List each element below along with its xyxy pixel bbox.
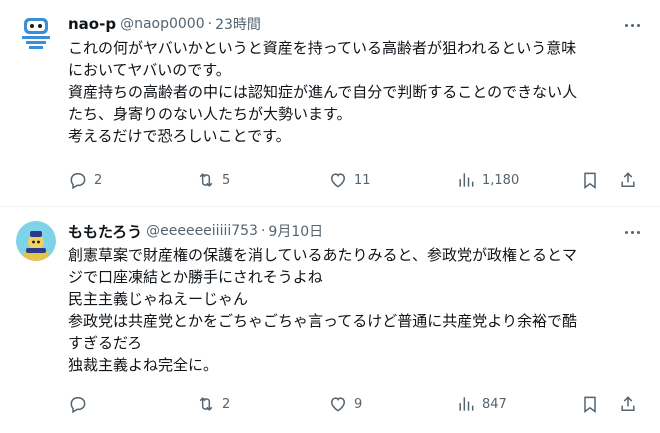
post[interactable]: nao-p @naop0000 · 23時間 これの何がヤバいかというと資産を持… [0,0,660,207]
character-avatar-icon [16,221,56,261]
avatar[interactable] [16,221,56,261]
post[interactable]: ももたろう @eeeeeeiiiii753 · 9月10日 創憲草案で財産権の保… [0,207,660,433]
views-button[interactable]: 847 [456,394,507,414]
heart-icon [330,173,346,188]
view-count: 1,180 [482,172,520,188]
share-upload-icon [621,172,635,187]
user-handle[interactable]: @naop0000 [120,16,205,32]
post-text-line: 資産持ちの高齢者の中には認知症が進んで自分で判断することのできない人 [68,83,578,101]
bookmark-icon [584,396,596,413]
post-timestamp[interactable]: 9月10日 [268,221,323,241]
post-text-line: これの何がヤバいかというと資産を持っている高齢者が狙われるという意味 [68,39,577,57]
avatar[interactable] [16,14,56,54]
display-name[interactable]: nao-p [68,15,116,33]
post-text-line: 創憲草案で財産権の保護を消しているあたりみると、参政党が政権とるとマ [68,246,577,264]
reply-button[interactable]: 2 [68,170,102,190]
user-handle[interactable]: @eeeeeeiiiii753 [146,223,258,239]
view-count: 847 [482,396,507,412]
post-text-line: すぎるだろ [68,334,143,352]
heart-icon [330,397,346,412]
reply-bubble-icon [70,397,86,414]
bar-chart-icon [459,397,474,411]
post-header: ももたろう @eeeeeeiiiii753 · 9月10日 [68,219,644,243]
post-header: nao-p @naop0000 · 23時間 [68,12,644,36]
timeline-feed: nao-p @naop0000 · 23時間 これの何がヤバいかというと資産を持… [0,0,660,433]
repost-arrows-icon [199,173,213,187]
post-action-bar: 2 9 847 [68,393,644,415]
post-text-line: 独裁主義よね完全に。 [68,356,219,374]
reply-button[interactable] [68,394,94,414]
separator-dot: · [260,223,266,239]
repost-button[interactable]: 5 [196,170,230,190]
repost-arrows-icon [199,397,213,411]
post-text: 創憲草案で財産権の保護を消しているあたりみると、参政党が政権とるとマ ジで口座凍… [68,244,644,376]
bookmark-button[interactable] [580,170,600,190]
like-button[interactable]: 11 [328,170,371,190]
post-text-line: 民主主義じゃねえーじゃん [68,290,249,308]
post-text-line: 参政党は共産党とかをごちゃごちゃ言ってるけど普通に共産党より余裕で酷 [68,312,577,330]
post-text-line: ジで口座凍結とか勝手にされそうよね [68,268,323,286]
post-action-bar: 2 5 11 1,180 [68,169,644,191]
reply-count: 2 [94,172,103,188]
repost-count: 2 [222,396,231,412]
post-text-line: においてヤバいのです。 [68,61,231,79]
like-button[interactable]: 9 [328,394,362,414]
more-options-icon[interactable] [622,223,642,241]
bar-chart-icon [459,173,474,187]
share-button[interactable] [618,170,638,190]
repost-button[interactable]: 2 [196,394,230,414]
share-upload-icon [621,396,635,411]
separator-dot: · [207,16,213,32]
post-text-line: たち、身寄りのない人たちが大勢います。 [68,105,352,123]
like-count: 9 [354,396,363,412]
post-text-line: 考えるだけで恐ろしいことです。 [68,127,291,145]
like-count: 11 [354,172,371,188]
reply-bubble-icon [70,173,86,190]
repost-count: 5 [222,172,231,188]
more-options-icon[interactable] [622,16,642,34]
post-timestamp[interactable]: 23時間 [215,14,261,34]
share-button[interactable] [618,394,638,414]
bookmark-icon [584,172,596,189]
robot-avatar-icon [16,14,56,54]
views-button[interactable]: 1,180 [456,170,519,190]
bookmark-button[interactable] [580,394,600,414]
post-text: これの何がヤバいかというと資産を持っている高齢者が狙われるという意味 においてヤ… [68,37,644,147]
display-name[interactable]: ももたろう [68,221,142,242]
